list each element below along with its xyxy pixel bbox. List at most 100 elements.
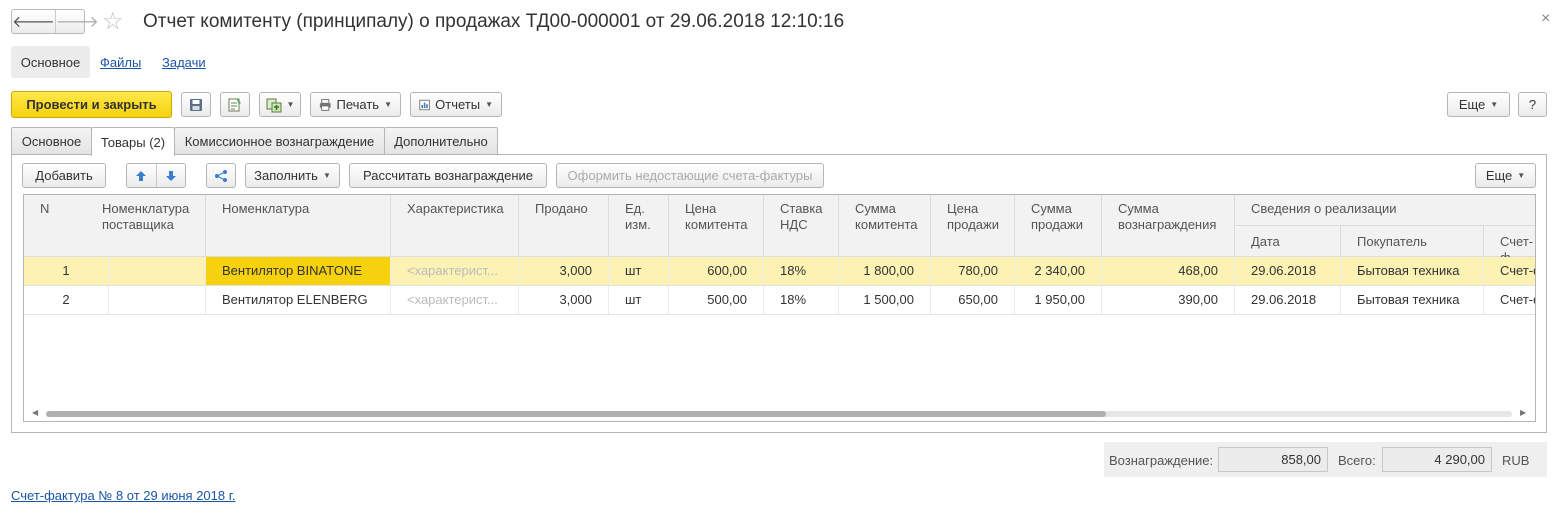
section-tasks-link[interactable]: Задачи xyxy=(162,55,206,70)
cell-sale-sum[interactable]: 1 950,00 xyxy=(1015,286,1102,314)
chevron-down-icon: ▼ xyxy=(286,100,295,109)
col-header-sale-price[interactable]: Цена продажи xyxy=(931,195,1015,257)
move-buttons-group xyxy=(126,163,186,188)
arrow-down-icon xyxy=(165,170,176,181)
cell-unit[interactable]: шт xyxy=(609,257,669,285)
save-icon xyxy=(190,98,202,111)
col-header-n[interactable]: N xyxy=(24,195,87,257)
cell-invoice[interactable]: Счет-ф xyxy=(1484,286,1535,314)
cell-vat[interactable]: 18% xyxy=(764,286,839,314)
print-label: Печать xyxy=(336,97,380,112)
forward-button[interactable]: 🡒 xyxy=(54,10,99,33)
table-row[interactable]: 1 Вентилятор BINATONE <характерист... 3,… xyxy=(24,257,1535,286)
reports-label: Отчеты xyxy=(435,97,481,112)
scroll-right-icon[interactable]: ▶ xyxy=(1520,408,1526,417)
col-header-vat[interactable]: Ставка НДС xyxy=(764,195,839,257)
goods-table: N Номенклатура поставщика Номенклатура Х… xyxy=(23,194,1536,422)
move-down-button[interactable] xyxy=(157,164,186,187)
save-button[interactable] xyxy=(181,92,211,117)
close-icon[interactable]: × xyxy=(1541,10,1550,28)
reports-icon xyxy=(419,99,430,110)
col-header-sale-info: Сведения о реализации xyxy=(1235,195,1535,226)
cell-unit[interactable]: шт xyxy=(609,286,669,314)
tab-commission[interactable]: Комиссионное вознаграждение xyxy=(174,127,385,155)
cell-vat[interactable]: 18% xyxy=(764,257,839,285)
col-header-characteristic[interactable]: Характеристика xyxy=(391,195,519,257)
fee-total-label: Вознаграждение: xyxy=(1109,453,1214,468)
cell-sale-price[interactable]: 650,00 xyxy=(931,286,1015,314)
cell-item[interactable]: Вентилятор BINATONE xyxy=(206,257,391,285)
calculate-fee-button[interactable]: Рассчитать вознаграждение xyxy=(349,163,547,188)
chevron-down-icon: ▼ xyxy=(1517,171,1526,180)
col-header-date[interactable]: Дата xyxy=(1235,226,1341,257)
cell-supplier-item[interactable] xyxy=(86,257,206,285)
cell-supplier-item[interactable] xyxy=(86,286,206,314)
more-actions-button[interactable]: Еще ▼ xyxy=(1447,92,1510,117)
col-header-buyer[interactable]: Покупатель xyxy=(1341,226,1484,257)
cell-principal-price[interactable]: 600,00 xyxy=(669,257,764,285)
create-missing-invoices-button[interactable]: Оформить недостающие счета-фактуры xyxy=(556,163,824,188)
col-header-supplier-item[interactable]: Номенклатура поставщика xyxy=(86,195,206,257)
cell-fee-sum[interactable]: 390,00 xyxy=(1102,286,1235,314)
col-header-item[interactable]: Номенклатура xyxy=(206,195,391,257)
nav-group: 🡐 🡒 xyxy=(11,9,99,34)
section-main[interactable]: Основное xyxy=(11,46,90,78)
cell-item[interactable]: Вентилятор ELENBERG xyxy=(206,286,391,314)
cell-date[interactable]: 29.06.2018 xyxy=(1235,286,1341,314)
section-files-link[interactable]: Файлы xyxy=(100,55,141,70)
chevron-down-icon: ▼ xyxy=(1490,100,1499,109)
tab-goods[interactable]: Товары (2) xyxy=(91,127,175,156)
cell-invoice[interactable]: Счет-ф xyxy=(1484,257,1535,285)
print-button[interactable]: Печать ▼ xyxy=(310,92,401,117)
printer-icon xyxy=(319,98,331,111)
cell-characteristic[interactable]: <характерист... xyxy=(391,257,519,285)
col-header-sold[interactable]: Продано xyxy=(519,195,609,257)
col-header-principal-price[interactable]: Цена комитента xyxy=(669,195,764,257)
invoice-link[interactable]: Счет-фактура № 8 от 29 июня 2018 г. xyxy=(11,488,236,503)
tab-additional[interactable]: Дополнительно xyxy=(384,127,498,155)
fill-button[interactable]: Заполнить ▼ xyxy=(245,163,340,188)
scroll-left-icon[interactable]: ◀ xyxy=(32,408,38,417)
structure-button[interactable] xyxy=(206,163,236,188)
tree-structure-icon xyxy=(215,169,227,182)
help-button[interactable]: ? xyxy=(1518,92,1547,117)
cell-principal-sum[interactable]: 1 800,00 xyxy=(839,257,931,285)
window-title: Отчет комитенту (принципалу) о продажах … xyxy=(143,11,845,32)
cell-date[interactable]: 29.06.2018 xyxy=(1235,257,1341,285)
table-row[interactable]: 2 Вентилятор ELENBERG <характерист... 3,… xyxy=(24,286,1535,315)
reports-button[interactable]: Отчеты ▼ xyxy=(410,92,502,117)
cell-sale-sum[interactable]: 2 340,00 xyxy=(1015,257,1102,285)
col-header-unit[interactable]: Ед. изм. xyxy=(609,195,669,257)
col-header-sale-sum[interactable]: Сумма продажи xyxy=(1015,195,1102,257)
add-row-button[interactable]: Добавить xyxy=(22,163,106,188)
cell-principal-sum[interactable]: 1 500,00 xyxy=(839,286,931,314)
cell-sale-price[interactable]: 780,00 xyxy=(931,257,1015,285)
post-document-icon xyxy=(228,97,241,111)
cell-fee-sum[interactable]: 468,00 xyxy=(1102,257,1235,285)
horizontal-scrollbar[interactable]: ◀ ▶ xyxy=(24,407,1535,421)
cell-buyer[interactable]: Бытовая техника xyxy=(1341,286,1484,314)
chevron-down-icon: ▼ xyxy=(384,100,392,109)
move-up-button[interactable] xyxy=(127,164,157,187)
chevron-down-icon: ▼ xyxy=(485,100,493,109)
table-more-button[interactable]: Еще ▼ xyxy=(1475,163,1536,188)
back-button[interactable]: 🡐 xyxy=(12,10,55,33)
cell-sold[interactable]: 3,000 xyxy=(519,286,609,314)
col-header-principal-sum[interactable]: Сумма комитента xyxy=(839,195,931,257)
post-and-close-button[interactable]: Провести и закрыть xyxy=(11,91,172,118)
favorite-star-icon[interactable]: ☆ xyxy=(102,8,124,36)
arrow-up-icon xyxy=(136,170,147,181)
create-based-on-button[interactable]: ▼ xyxy=(259,92,301,117)
col-header-invoice[interactable]: Счет-ф xyxy=(1484,226,1535,265)
grand-total-label: Всего: xyxy=(1338,453,1376,468)
post-button[interactable] xyxy=(220,92,250,117)
scrollbar-thumb[interactable] xyxy=(46,411,1106,417)
cell-buyer[interactable]: Бытовая техника xyxy=(1341,257,1484,285)
col-header-fee-sum[interactable]: Сумма вознаграждения xyxy=(1102,195,1235,257)
cell-characteristic[interactable]: <характерист... xyxy=(391,286,519,314)
cell-principal-price[interactable]: 500,00 xyxy=(669,286,764,314)
tab-main[interactable]: Основное xyxy=(11,127,92,155)
totals-panel: Вознаграждение: 858,00 Всего: 4 290,00 R… xyxy=(1104,442,1547,477)
cell-sold[interactable]: 3,000 xyxy=(519,257,609,285)
fee-total-field: 858,00 xyxy=(1218,447,1328,472)
